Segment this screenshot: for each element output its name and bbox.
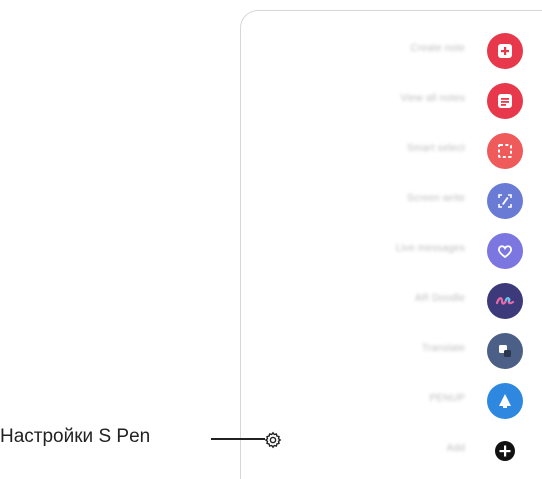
air-command-item-smart-select[interactable]: Smart select [241,131,542,171]
air-command-item-label: Screen write [407,193,465,204]
air-command-item-label: View all notes [400,93,465,104]
gear-icon[interactable] [264,431,282,449]
air-command-panel: Create note View all notes Smart select … [240,10,542,479]
air-command-item-create-note[interactable]: Create note [241,31,542,71]
air-command-item-live-messages[interactable]: Live messages [241,231,542,271]
air-command-item-label: Smart select [407,143,465,154]
air-command-item-screen-write[interactable]: Screen write [241,181,542,221]
view-notes-icon [487,83,523,119]
air-command-item-label: Create note [410,43,465,54]
screen-write-icon [487,183,523,219]
smart-select-icon [487,133,523,169]
air-command-item-add[interactable]: Add [241,431,542,471]
air-command-item-view-all-notes[interactable]: View all notes [241,81,542,121]
air-command-item-label: Add [446,443,465,454]
air-command-item-label: AR Doodle [414,293,465,304]
ar-doodle-icon [487,283,523,319]
air-command-item-penup[interactable]: PENUP [241,381,542,421]
air-command-item-label: Live messages [395,243,465,254]
air-command-item-ar-doodle[interactable]: AR Doodle [241,281,542,321]
callout-label-s-pen-settings: Настройки S Pen [0,426,151,447]
s-pen-air-command-screen: Create note View all notes Smart select … [0,0,542,479]
air-command-item-label: PENUP [429,393,465,404]
callout-leader-line [211,438,265,440]
add-icon [487,433,523,469]
translate-icon [487,333,523,369]
penup-icon [487,383,523,419]
live-messages-icon [487,233,523,269]
create-note-icon [487,33,523,69]
air-command-item-label: Translate [421,343,465,354]
air-command-item-translate[interactable]: Translate [241,331,542,371]
